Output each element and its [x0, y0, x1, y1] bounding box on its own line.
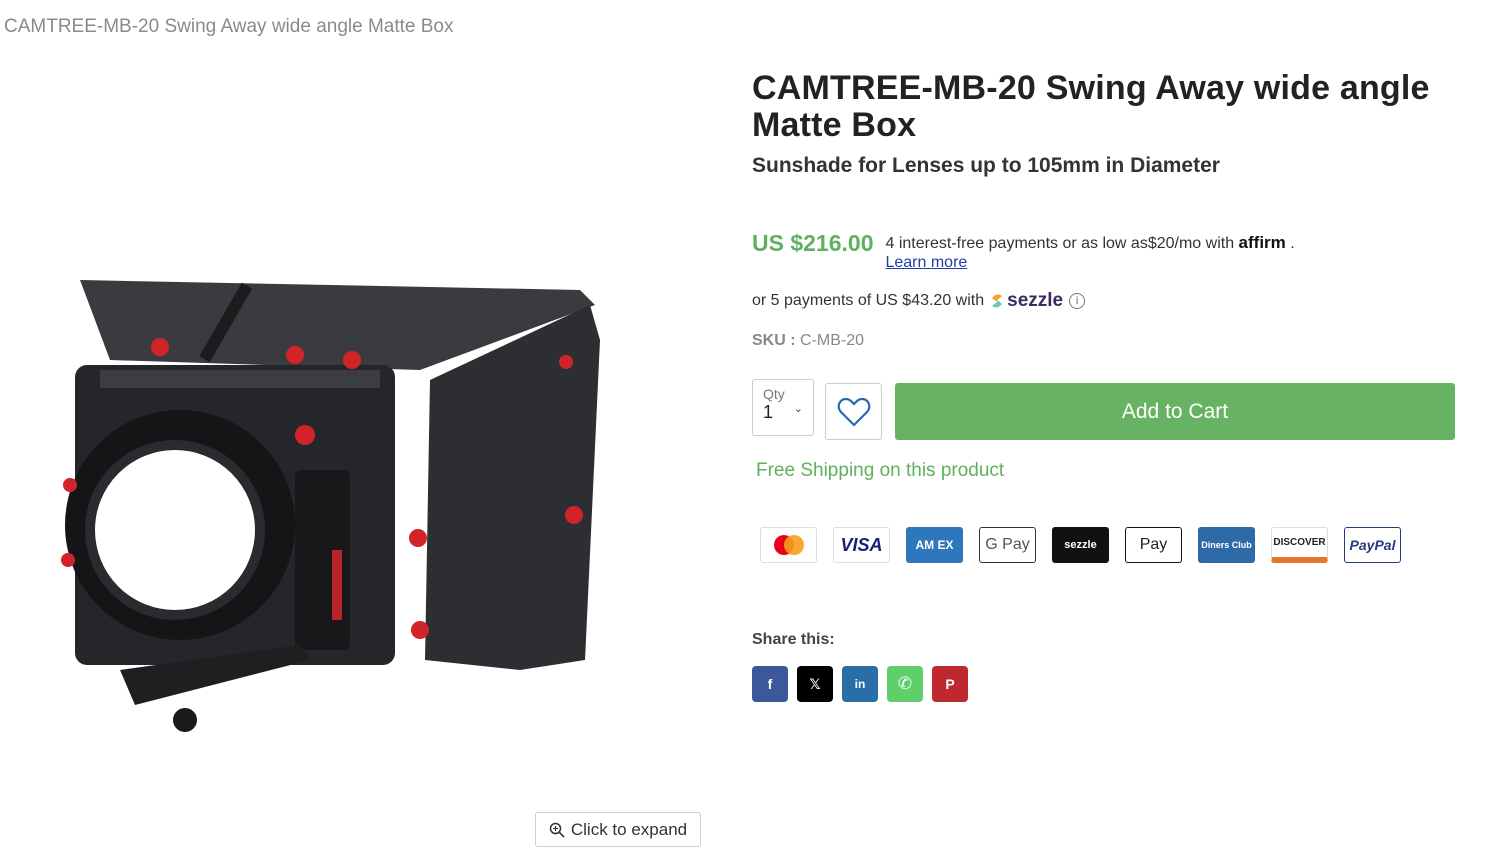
info-icon[interactable]: i: [1069, 293, 1086, 309]
linkedin-icon: in: [854, 677, 866, 691]
chevron-down-icon: ⌄: [793, 403, 803, 415]
sku-label: SKU :: [752, 332, 796, 349]
product-title: CAMTREE-MB-20 Swing Away wide angle Matt…: [752, 69, 1430, 144]
affirm-period: .: [1290, 235, 1295, 252]
free-shipping-notice: Free Shipping on this product: [756, 460, 1005, 481]
sezzle-text: or 5 payments of US $43.20 with: [752, 292, 985, 309]
whatsapp-share-button[interactable]: ✆: [887, 666, 923, 702]
affirm-logo: affirm: [1238, 233, 1286, 252]
affirm-text: 4 interest-free payments or as low as$20…: [885, 235, 1235, 252]
apple-pay-icon: Pay: [1125, 527, 1182, 563]
sku-value: C-MB-20: [800, 332, 865, 349]
product-subtitle: Sunshade for Lenses up to 105mm in Diame…: [752, 154, 1220, 177]
matte-box-illustration: [61, 280, 600, 732]
paypal-icon: PayPal: [1344, 527, 1401, 563]
sku: SKU : C-MB-20: [752, 332, 864, 350]
quantity-select[interactable]: Qty 1 ⌄: [752, 379, 814, 436]
facebook-icon: f: [767, 676, 773, 692]
facebook-share-button[interactable]: f: [752, 666, 788, 702]
heart-icon: [837, 397, 870, 427]
learn-more-link[interactable]: Learn more: [885, 254, 967, 271]
share-label: Share this:: [752, 631, 835, 648]
qty-label: Qty: [763, 386, 785, 402]
wishlist-button[interactable]: [825, 383, 882, 440]
zoom-icon: [549, 822, 565, 838]
discover-icon: DISCOVER: [1271, 527, 1328, 563]
sezzle-message: or 5 payments of US $43.20 with sezzle i: [752, 290, 1086, 312]
breadcrumb[interactable]: CAMTREE-MB-20 Swing Away wide angle Matt…: [4, 16, 454, 38]
share-buttons: f 𝕏 in ✆ P: [752, 666, 968, 702]
price-row: US $216.00 4 interest-free payments or a…: [752, 228, 1295, 272]
payment-methods: VISA AM EX G Pay sezzle Pay Diners Club …: [760, 527, 1401, 563]
visa-icon: VISA: [833, 527, 890, 563]
whatsapp-icon: ✆: [897, 674, 913, 693]
linkedin-share-button[interactable]: in: [842, 666, 878, 702]
sezzle-logo: sezzle: [990, 290, 1063, 312]
product-info: CAMTREE-MB-20 Swing Away wide angle Matt…: [752, 70, 1472, 178]
click-to-expand-button[interactable]: Click to expand: [535, 812, 701, 847]
google-pay-icon: G Pay: [979, 527, 1036, 563]
pinterest-icon: P: [945, 676, 955, 692]
sezzle-mark-icon: [992, 294, 1003, 308]
product-price: US $216.00: [752, 230, 874, 256]
sezzle-pay-icon: sezzle: [1052, 527, 1109, 563]
sezzle-brand: sezzle: [1007, 290, 1064, 311]
pinterest-share-button[interactable]: P: [932, 666, 968, 702]
qty-value: 1: [763, 402, 774, 422]
product-image[interactable]: [40, 250, 630, 750]
x-icon: 𝕏: [809, 675, 821, 692]
expand-label: Click to expand: [570, 819, 688, 839]
amex-icon: AM EX: [906, 527, 963, 563]
mastercard-icon: [760, 527, 817, 563]
x-share-button[interactable]: 𝕏: [797, 666, 833, 702]
diners-club-icon: Diners Club: [1198, 527, 1255, 563]
add-to-cart-button[interactable]: Add to Cart: [895, 383, 1455, 440]
affirm-message: 4 interest-free payments or as low as$20…: [885, 233, 1294, 272]
